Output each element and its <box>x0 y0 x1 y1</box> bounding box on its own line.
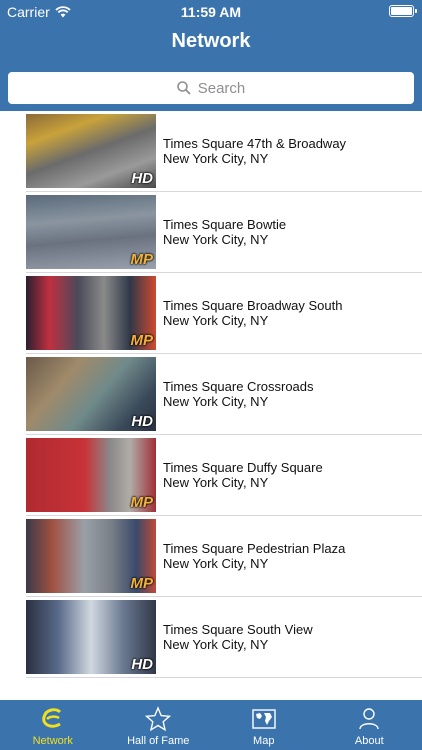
camera-name: Times Square Crossroads <box>163 379 314 394</box>
camera-row[interactable]: MP Times Square Bowtie New York City, NY <box>0 192 422 273</box>
page-title: Network <box>171 30 251 52</box>
camera-name: Times Square Duffy Square <box>163 460 323 475</box>
tab-label: Hall of Fame <box>127 735 190 747</box>
camera-location: New York City, NY <box>163 637 269 652</box>
camera-location: New York City, NY <box>163 475 269 490</box>
battery-icon <box>389 5 417 17</box>
tab-label: Map <box>253 735 275 747</box>
camera-name: Times Square Bowtie <box>163 217 287 232</box>
camera-thumbnail: MP <box>26 195 156 269</box>
quality-badge: MP <box>130 575 154 592</box>
map-icon <box>252 709 276 729</box>
camera-row[interactable]: HD Times Square South View New York City… <box>0 597 422 678</box>
quality-badge: MP <box>130 332 154 349</box>
camera-row[interactable]: HD Times Square Crossroads New York City… <box>0 354 422 435</box>
camera-location: New York City, NY <box>163 313 269 328</box>
status-time: 11:59 AM <box>180 4 242 20</box>
tab-about[interactable]: About <box>317 700 422 750</box>
camera-thumbnail: HD <box>26 114 156 188</box>
camera-location: New York City, NY <box>163 232 269 247</box>
camera-location: New York City, NY <box>163 556 269 571</box>
camera-name: Times Square 47th & Broadway <box>163 136 347 151</box>
camera-name: Times Square Broadway South <box>163 298 343 313</box>
camera-location: New York City, NY <box>163 394 269 409</box>
camera-row[interactable]: HD Times Square 47th & Broadway New York… <box>0 111 422 192</box>
quality-badge: HD <box>131 656 153 673</box>
star-icon <box>145 706 172 732</box>
quality-badge: HD <box>131 170 153 187</box>
camera-thumbnail: MP <box>26 438 156 512</box>
header: Carrier 11:59 AM Network Search <box>0 0 422 111</box>
search-input[interactable]: Search <box>8 72 414 104</box>
camera-thumbnail: HD <box>26 600 156 674</box>
search-placeholder: Search <box>197 79 246 97</box>
camera-thumbnail: HD <box>26 357 156 431</box>
tab-bar: Network Hall of Fame Map About <box>0 700 422 750</box>
camera-row[interactable]: MP Times Square Pedestrian Plaza New Yor… <box>0 516 422 597</box>
quality-badge: HD <box>131 413 153 430</box>
camera-thumbnail: MP <box>26 519 156 593</box>
camera-row[interactable]: MP Times Square Broadway South New York … <box>0 273 422 354</box>
quality-badge: MP <box>130 494 154 511</box>
search-icon <box>176 81 191 95</box>
person-icon <box>359 708 379 730</box>
tab-network[interactable]: Network <box>0 700 106 750</box>
camera-thumbnail: MP <box>26 276 156 350</box>
network-icon <box>42 708 61 728</box>
camera-row[interactable]: MP Times Square Duffy Square New York Ci… <box>0 435 422 516</box>
tab-label: About <box>354 735 384 747</box>
camera-name: Times Square Pedestrian Plaza <box>163 541 346 556</box>
camera-name: Times Square South View <box>163 622 313 637</box>
quality-badge: MP <box>130 251 154 268</box>
tab-hall-of-fame[interactable]: Hall of Fame <box>106 700 212 750</box>
row-divider <box>26 677 422 678</box>
tab-map[interactable]: Map <box>211 700 317 750</box>
tab-label: Network <box>32 735 73 747</box>
camera-location: New York City, NY <box>163 151 269 166</box>
status-bar: Carrier 11:59 AM <box>0 0 422 24</box>
